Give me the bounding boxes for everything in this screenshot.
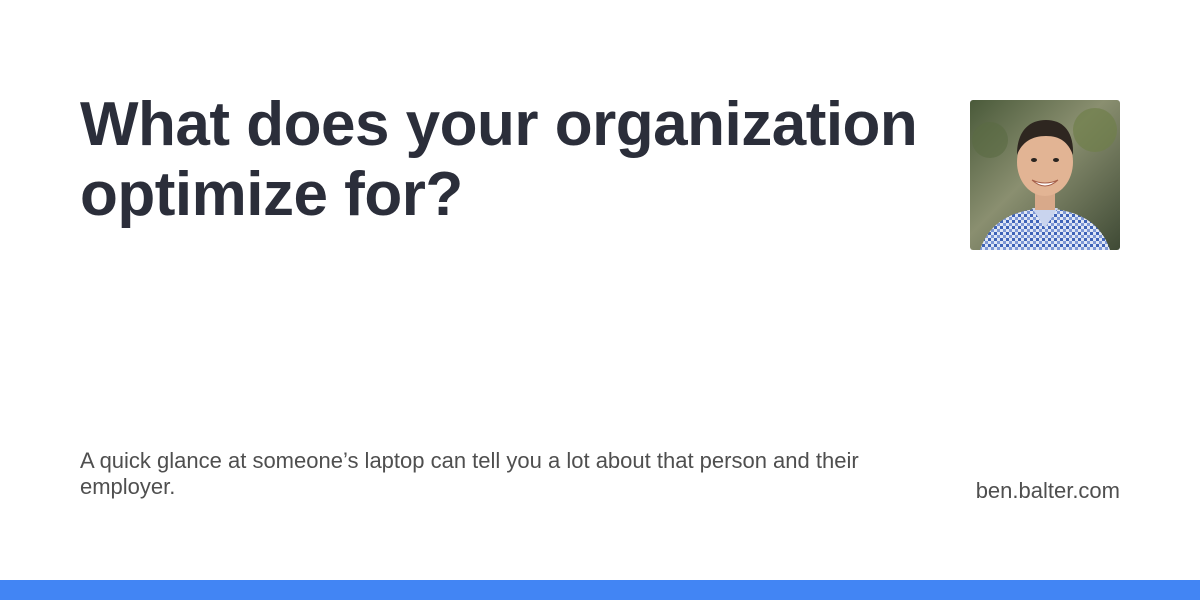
site-domain: ben.balter.com (975, 478, 1120, 503)
accent-bar-fill (0, 580, 1200, 600)
author-avatar (970, 100, 1120, 250)
accent-bar (0, 580, 1200, 600)
page-title: What does your organization optimize for… (80, 90, 918, 229)
page-description: A quick glance at someone’s laptop can t… (80, 448, 859, 499)
author-photo-icon (970, 100, 1120, 250)
social-card: What does your organization optimize for… (0, 0, 1200, 600)
